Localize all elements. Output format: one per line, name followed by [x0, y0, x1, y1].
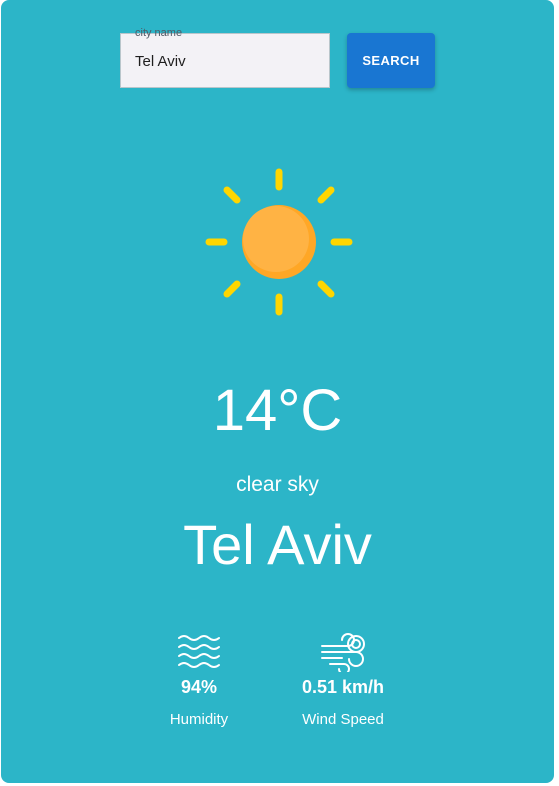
sun-icon — [205, 168, 353, 316]
wind-label: Wind Speed — [302, 711, 384, 728]
waves-icon — [178, 635, 220, 668]
humidity-stat: 94% Humidity — [129, 632, 269, 730]
search-button[interactable]: SEARCH — [347, 33, 435, 88]
weather-card: city name SEARCH 14°C clear sky Tel Aviv — [1, 0, 554, 783]
humidity-label: Humidity — [169, 711, 229, 728]
city-field[interactable]: city name — [120, 27, 330, 88]
wind-value: 0.51 km/h — [301, 677, 385, 697]
wind-stat: 0.51 km/h Wind Speed — [273, 632, 413, 730]
search-bar: city name SEARCH — [120, 27, 440, 89]
city-input[interactable] — [135, 50, 315, 72]
city-title: Tel Aviv — [183, 513, 372, 576]
weather-description: clear sky — [236, 473, 319, 496]
wind-icon — [321, 633, 365, 672]
city-field-label: city name — [135, 27, 183, 39]
humidity-value: 94% — [180, 677, 218, 697]
temperature: 14°C — [212, 378, 343, 443]
